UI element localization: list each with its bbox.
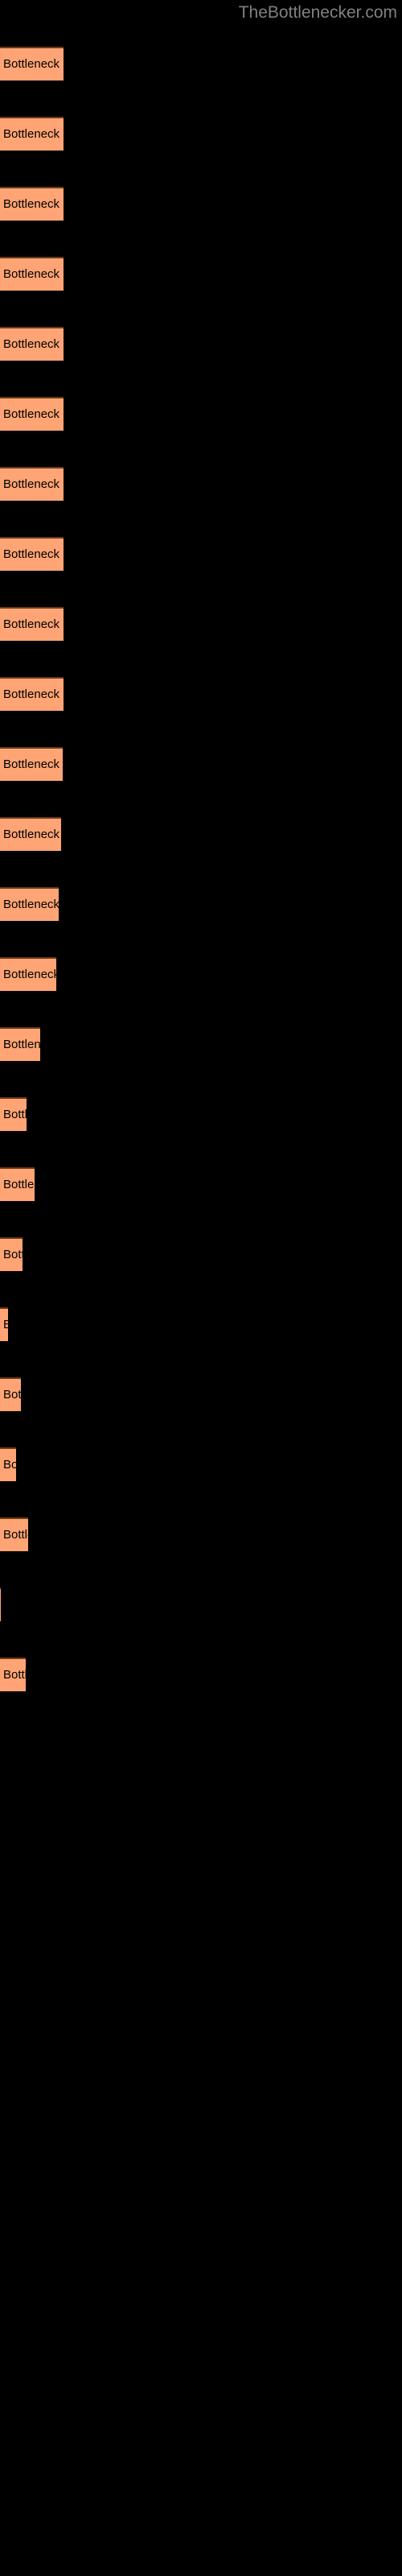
bar-16[interactable]: Bottleneck result xyxy=(0,1097,27,1131)
bar-13[interactable]: Bottleneck result xyxy=(0,887,59,921)
bar-14[interactable]: Bottleneck result xyxy=(0,957,56,991)
bar-1[interactable]: Bottleneck result xyxy=(0,47,64,80)
bar-row: Bottleneck result xyxy=(0,1587,402,1621)
bar-row: Bottleneck result xyxy=(0,957,402,991)
bar-label: Bottleneck result xyxy=(3,828,61,841)
bar-label: Bottleneck result xyxy=(3,1108,27,1121)
bar-row: Bottleneck result xyxy=(0,257,402,291)
bar-20[interactable]: Bottleneck result xyxy=(0,1377,21,1411)
bar-23[interactable]: Bottleneck result xyxy=(0,1587,1,1621)
bar-9[interactable]: Bottleneck result xyxy=(0,607,64,641)
bar-7[interactable]: Bottleneck result xyxy=(0,467,64,501)
bar-22[interactable]: Bottleneck result xyxy=(0,1517,28,1551)
bar-row: Bottleneck result xyxy=(0,1097,402,1131)
bar-row: Bottleneck result xyxy=(0,467,402,501)
bar-row: Bottleneck result xyxy=(0,887,402,921)
bar-row: Bottleneck result xyxy=(0,1447,402,1481)
bar-row: Bottleneck result xyxy=(0,1167,402,1201)
bar-label: Bottleneck result xyxy=(3,1528,28,1542)
bottleneck-bar-chart: TheBottlenecker.com Bottleneck resultBot… xyxy=(0,0,402,2576)
bar-row: Bottleneck result xyxy=(0,607,402,641)
bar-row: Bottleneck result xyxy=(0,187,402,221)
bar-6[interactable]: Bottleneck result xyxy=(0,397,64,431)
bar-row: Bottleneck result xyxy=(0,1517,402,1551)
bar-row: Bottleneck result xyxy=(0,327,402,361)
bar-row: Bottleneck result xyxy=(0,1027,402,1061)
bar-row: Bottleneck result xyxy=(0,47,402,80)
bar-label: Bottleneck result xyxy=(3,1318,8,1332)
bar-label: Bottleneck result xyxy=(3,1668,26,1682)
bar-row: Bottleneck result xyxy=(0,817,402,851)
bar-10[interactable]: Bottleneck result xyxy=(0,677,64,711)
bar-4[interactable]: Bottleneck result xyxy=(0,257,64,291)
bar-21[interactable]: Bottleneck result xyxy=(0,1447,16,1481)
bar-3[interactable]: Bottleneck result xyxy=(0,187,64,221)
bar-label: Bottleneck result xyxy=(3,1458,16,1472)
bar-label: Bottleneck result xyxy=(3,477,64,491)
bar-label: Bottleneck result xyxy=(3,758,63,771)
bar-label: Bottleneck result xyxy=(3,547,64,561)
bar-row: Bottleneck result xyxy=(0,117,402,151)
bar-label: Bottleneck result xyxy=(3,1248,23,1261)
bar-label: Bottleneck result xyxy=(3,898,59,911)
bar-label: Bottleneck result xyxy=(3,1178,35,1191)
bar-row: Bottleneck result xyxy=(0,397,402,431)
bar-2[interactable]: Bottleneck result xyxy=(0,117,64,151)
bar-row: Bottleneck result xyxy=(0,1377,402,1411)
bar-label: Bottleneck result xyxy=(3,687,64,701)
bar-row: Bottleneck result xyxy=(0,537,402,571)
bar-label: Bottleneck result xyxy=(3,337,64,351)
bar-row: Bottleneck result xyxy=(0,1657,402,1691)
bar-8[interactable]: Bottleneck result xyxy=(0,537,64,571)
bar-17[interactable]: Bottleneck result xyxy=(0,1167,35,1201)
bar-row: Bottleneck result xyxy=(0,1307,402,1341)
bar-label: Bottleneck result xyxy=(3,1388,21,1402)
bar-12[interactable]: Bottleneck result xyxy=(0,817,61,851)
bar-row: Bottleneck result xyxy=(0,677,402,711)
bar-label: Bottleneck result xyxy=(3,617,64,631)
bar-5[interactable]: Bottleneck result xyxy=(0,327,64,361)
bar-label: Bottleneck result xyxy=(3,968,56,981)
bar-label: Bottleneck result xyxy=(3,127,64,141)
bar-row: Bottleneck result xyxy=(0,747,402,781)
bar-15[interactable]: Bottleneck result xyxy=(0,1027,40,1061)
bar-label: Bottleneck result xyxy=(3,57,64,71)
bar-series-layer: Bottleneck result Bottleneck result Bottle… xyxy=(0,0,402,2576)
bar-label: Bottleneck result xyxy=(3,1038,40,1051)
bar-19[interactable]: Bottleneck result xyxy=(0,1307,8,1341)
bar-label: Bottleneck result xyxy=(3,267,64,281)
bar-18[interactable]: Bottleneck result xyxy=(0,1237,23,1271)
bar-label: Bottleneck result xyxy=(3,407,64,421)
bar-row: Bottleneck result xyxy=(0,1237,402,1271)
bar-11[interactable]: Bottleneck result xyxy=(0,747,63,781)
bar-label: Bottleneck result xyxy=(3,197,64,211)
bar-24[interactable]: Bottleneck result xyxy=(0,1657,26,1691)
